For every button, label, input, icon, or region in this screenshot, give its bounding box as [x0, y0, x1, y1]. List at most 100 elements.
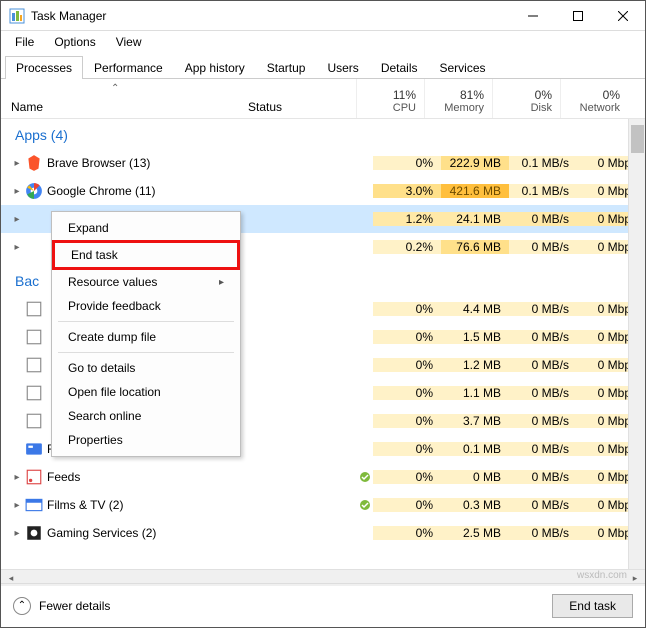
disk-cell: 0 MB/s	[509, 330, 577, 344]
tab-startup[interactable]: Startup	[256, 56, 317, 79]
table-row[interactable]: ▸ Brave Browser (13) 0% 222.9 MB 0.1 MB/…	[1, 149, 645, 177]
chevron-right-icon[interactable]: ▸	[11, 500, 23, 511]
process-icon	[25, 441, 43, 457]
memory-cell: 0 MB	[441, 470, 509, 484]
cpu-cell: 0%	[373, 470, 441, 484]
cpu-cell: 0%	[373, 156, 441, 170]
disk-cell: 0 MB/s	[509, 386, 577, 400]
cpu-cell: 0%	[373, 358, 441, 372]
minimize-button[interactable]	[510, 2, 555, 30]
process-icon	[25, 525, 43, 541]
fewer-details-button[interactable]: ⌃ Fewer details	[13, 597, 552, 615]
process-icon	[25, 413, 43, 429]
memory-cell: 2.5 MB	[441, 526, 509, 540]
disk-cell: 0 MB/s	[509, 302, 577, 316]
cm-create-dump-file[interactable]: Create dump file	[52, 325, 240, 349]
memory-cell: 1.5 MB	[441, 330, 509, 344]
table-row[interactable]: ▸ Google Chrome (11) 3.0% 421.6 MB 0.1 M…	[1, 177, 645, 205]
header-disk[interactable]: 0%Disk	[492, 79, 560, 118]
header-name[interactable]: Name	[11, 79, 248, 118]
process-list: Apps (4) ▸ Brave Browser (13) 0% 222.9 M…	[1, 119, 645, 569]
tab-app-history[interactable]: App history	[174, 56, 256, 79]
header-status[interactable]: Status	[248, 79, 356, 118]
chrome-icon	[25, 183, 43, 199]
table-row[interactable]: ▸Gaming Services (2)0%2.5 MB0 MB/s0 Mbps	[1, 519, 645, 547]
cpu-cell: 0%	[373, 414, 441, 428]
memory-cell: 4.4 MB	[441, 302, 509, 316]
process-icon	[25, 301, 43, 317]
cm-go-to-details[interactable]: Go to details	[52, 356, 240, 380]
tab-details[interactable]: Details	[370, 56, 429, 79]
header-memory[interactable]: 81%Memory	[424, 79, 492, 118]
tab-performance[interactable]: Performance	[83, 56, 174, 79]
disk-cell: 0.1 MB/s	[509, 156, 577, 170]
cm-expand[interactable]: Expand	[52, 216, 240, 240]
titlebar: Task Manager	[1, 1, 645, 31]
menu-file[interactable]: File	[7, 33, 42, 51]
process-icon	[25, 385, 43, 401]
chevron-right-icon[interactable]: ▸	[11, 186, 23, 197]
memory-cell: 421.6 MB	[441, 184, 509, 198]
process-icon	[25, 357, 43, 373]
chevron-right-icon[interactable]: ▸	[11, 214, 23, 225]
app-icon	[25, 239, 43, 255]
cpu-cell: 0%	[373, 302, 441, 316]
process-icon	[25, 329, 43, 345]
disk-cell: 0 MB/s	[509, 470, 577, 484]
cm-provide-feedback[interactable]: Provide feedback	[52, 294, 240, 318]
process-name: Google Chrome (11)	[47, 184, 317, 198]
watermark: wsxdn.com	[577, 570, 627, 581]
group-apps: Apps (4)	[1, 119, 645, 149]
chevron-right-icon[interactable]: ▸	[11, 472, 23, 483]
memory-cell: 1.1 MB	[441, 386, 509, 400]
maximize-button[interactable]	[555, 2, 600, 30]
cpu-cell: 0%	[373, 330, 441, 344]
cm-properties[interactable]: Properties	[52, 428, 240, 452]
separator	[58, 321, 234, 322]
disk-cell: 0 MB/s	[509, 240, 577, 254]
tab-services[interactable]: Services	[429, 56, 497, 79]
context-menu: Expand End task Resource values▸ Provide…	[51, 211, 241, 457]
cm-end-task[interactable]: End task	[52, 240, 240, 270]
table-row[interactable]: ▸Feeds0%0 MB0 MB/s0 Mbps	[1, 463, 645, 491]
disk-cell: 0 MB/s	[509, 498, 577, 512]
table-row[interactable]: ▸Films & TV (2)0%0.3 MB0 MB/s0 Mbps	[1, 491, 645, 519]
process-name: Gaming Services (2)	[47, 526, 317, 540]
memory-cell: 24.1 MB	[441, 212, 509, 226]
column-headers: ⌃ Name Status 11%CPU 81%Memory 0%Disk 0%…	[1, 79, 645, 119]
disk-cell: 0 MB/s	[509, 212, 577, 226]
fewer-details-label: Fewer details	[39, 599, 110, 613]
header-cpu[interactable]: 11%CPU	[356, 79, 424, 118]
scrollbar-thumb[interactable]	[631, 125, 644, 153]
cm-search-online[interactable]: Search online	[52, 404, 240, 428]
chevron-right-icon[interactable]: ▸	[11, 242, 23, 253]
memory-cell: 222.9 MB	[441, 156, 509, 170]
app-icon	[25, 211, 43, 227]
close-button[interactable]	[600, 2, 645, 30]
cm-open-file-location[interactable]: Open file location	[52, 380, 240, 404]
disk-cell: 0 MB/s	[509, 526, 577, 540]
menu-options[interactable]: Options	[46, 33, 103, 51]
chevron-up-icon: ⌃	[13, 597, 31, 615]
app-icon	[9, 8, 25, 24]
header-network[interactable]: 0%Network	[560, 79, 628, 118]
menubar: File Options View	[1, 31, 645, 53]
leaf-icon	[357, 471, 373, 483]
cm-resource-values[interactable]: Resource values▸	[52, 270, 240, 294]
disk-cell: 0.1 MB/s	[509, 184, 577, 198]
memory-cell: 76.6 MB	[441, 240, 509, 254]
disk-cell: 0 MB/s	[509, 414, 577, 428]
tab-users[interactable]: Users	[316, 56, 369, 79]
vertical-scrollbar[interactable]	[628, 119, 645, 569]
tab-processes[interactable]: Processes	[5, 56, 83, 79]
tab-strip: Processes Performance App history Startu…	[1, 53, 645, 79]
chevron-right-icon[interactable]: ▸	[11, 528, 23, 539]
memory-cell: 0.3 MB	[441, 498, 509, 512]
cpu-cell: 0.2%	[373, 240, 441, 254]
cpu-cell: 0%	[373, 386, 441, 400]
separator	[58, 352, 234, 353]
end-task-button[interactable]: End task	[552, 594, 633, 618]
chevron-right-icon[interactable]: ▸	[11, 158, 23, 169]
menu-view[interactable]: View	[108, 33, 150, 51]
chevron-right-icon: ▸	[219, 277, 224, 288]
